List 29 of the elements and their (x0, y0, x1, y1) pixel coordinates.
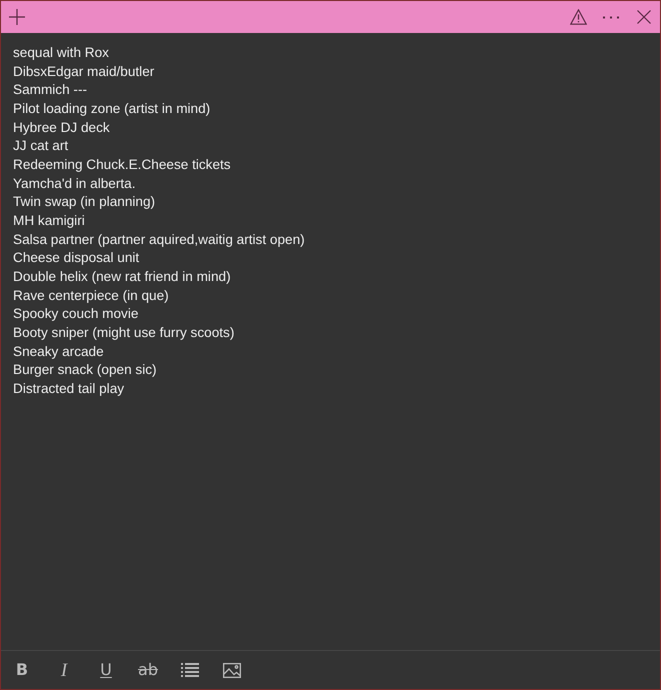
note-line: Distracted tail play (13, 380, 124, 398)
note-line: Rave centerpiece (in que) (13, 286, 169, 305)
note-line: MH kamigiri (13, 212, 85, 230)
bold-button[interactable]: B (1, 652, 43, 688)
note-line: Sammich --- (13, 81, 88, 100)
picture-icon (223, 662, 241, 678)
note-line: Double helix (new rat friend in mind) (13, 268, 231, 286)
strikethrough-button[interactable]: ab (127, 652, 169, 688)
note-line: Salsa partner (partner aquired,waitig artist open) (13, 230, 305, 249)
note-line: Burger snack (open sic) (13, 361, 157, 380)
more-icon (603, 16, 619, 18)
note-line: Cheese disposal unit (13, 249, 140, 268)
note-line: JJ cat art (13, 137, 68, 156)
plus-icon (9, 9, 25, 25)
note-line: Twin swap (in planning) (13, 193, 156, 212)
note-line: Yamcha'd in alberta. (13, 174, 136, 193)
note-line: Hybree DJ deck (13, 118, 110, 137)
note-line: Booty sniper (might use furry scoots) (13, 324, 234, 342)
close-icon (637, 10, 651, 24)
underline-button[interactable]: U (85, 652, 127, 688)
note-line: Spooky couch movie (13, 305, 138, 324)
bulleted-list-icon (181, 663, 199, 677)
note-line: sequal with Rox (13, 44, 109, 62)
note-line: Sneaky arcade (13, 342, 104, 361)
note-line: Redeeming Chuck.E.Cheese tickets (13, 156, 231, 174)
note-line: DibsxEdgar maid/butler (13, 62, 154, 81)
warning-icon (570, 9, 586, 25)
italic-button[interactable]: I (43, 652, 85, 688)
note-line: Pilot loading zone (artist in mind) (13, 100, 210, 118)
